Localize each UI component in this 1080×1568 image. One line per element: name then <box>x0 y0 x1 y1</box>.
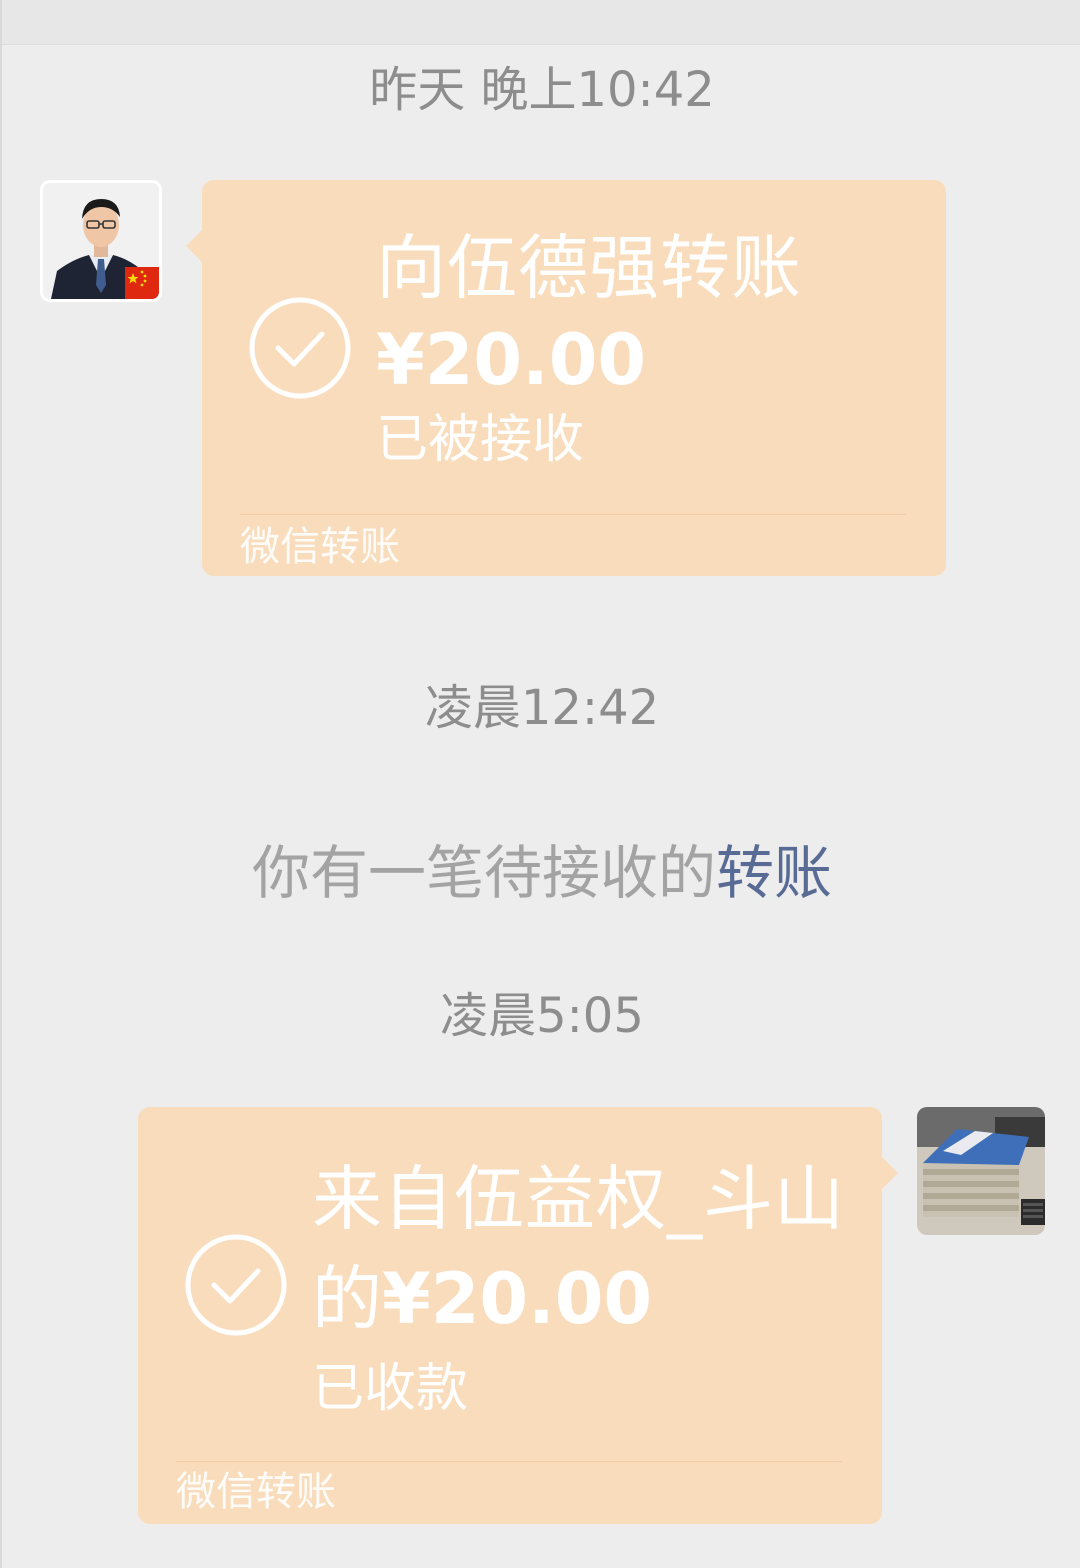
transfer-title-suffix: 的 <box>312 1258 382 1340</box>
transfer-status: 已被接收 <box>376 410 585 470</box>
timestamp: 昨天 晚上10:42 <box>369 62 715 118</box>
transfer-title: 来自伍益权_斗山 <box>312 1158 845 1240</box>
transfer-amount: ¥20.00 <box>382 1258 653 1340</box>
transfer-link[interactable]: 转账 <box>716 839 832 907</box>
timestamp: 凌晨12:42 <box>424 680 660 736</box>
card-divider <box>176 1461 842 1462</box>
avatar-self[interactable] <box>917 1107 1045 1235</box>
person-avatar-image <box>43 183 159 299</box>
bubble-tail <box>186 230 202 262</box>
books-avatar-image <box>917 1107 1045 1235</box>
transfer-status: 已收款 <box>312 1359 469 1419</box>
card-footer-label: 微信转账 <box>176 1469 336 1515</box>
transfer-received-card[interactable]: 来自伍益权_斗山 的¥20.00 已收款 微信转账 <box>138 1107 898 1524</box>
timestamp: 凌晨5:05 <box>440 988 644 1044</box>
check-circle-icon <box>249 297 351 399</box>
transfer-amount: ¥20.00 <box>376 319 647 401</box>
bubble-tail <box>882 1157 898 1189</box>
system-notice-text: 你有一笔待接收的 <box>251 839 716 907</box>
transfer-sent-card[interactable]: 向伍德强转账 ¥20.00 已被接收 微信转账 <box>186 180 946 576</box>
card-divider <box>240 514 906 515</box>
system-notice: 你有一笔待接收的转账 <box>2 838 1080 908</box>
check-circle-icon <box>185 1234 287 1336</box>
card-footer-label: 微信转账 <box>240 524 400 570</box>
chat-screen: 昨天 晚上10:42 向伍德强转账 ¥20.00 已被接收 微信转账 凌晨12:… <box>0 0 1080 1568</box>
transfer-title: 向伍德强转账 <box>376 227 802 309</box>
top-bar-edge <box>2 0 1080 45</box>
avatar-contact[interactable] <box>40 180 162 302</box>
transfer-amount-line: 的¥20.00 <box>312 1255 652 1343</box>
